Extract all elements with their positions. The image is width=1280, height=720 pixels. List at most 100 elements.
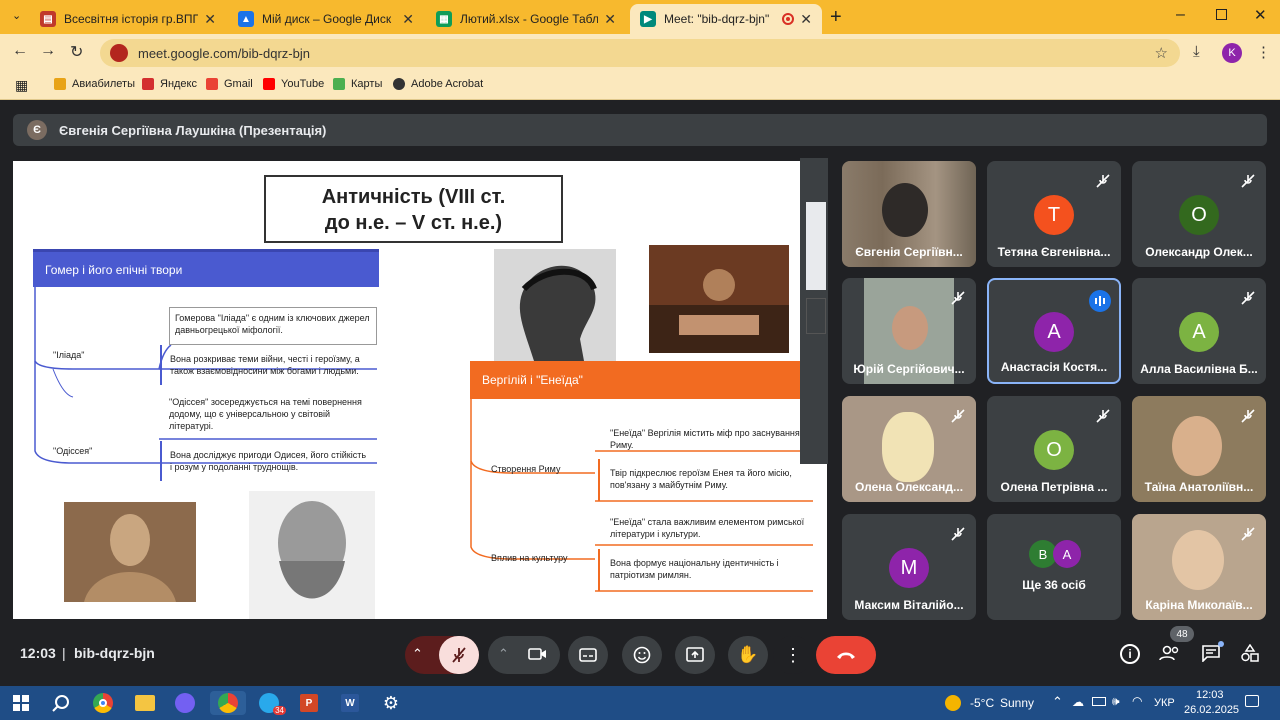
people-icon[interactable]	[1159, 644, 1181, 662]
chrome-profile-icon[interactable]	[210, 691, 246, 715]
homer-bust-image	[64, 502, 196, 602]
participant-tile-speaking[interactable]: А Анастасія Костя...	[987, 278, 1121, 384]
minimize-button[interactable]: –	[1176, 6, 1185, 24]
participant-avatar: О	[1179, 195, 1219, 235]
new-tab-button[interactable]: +	[830, 6, 842, 29]
bookmark-item[interactable]: YouTube	[263, 78, 324, 90]
more-options-button[interactable]: ⋮	[773, 636, 813, 674]
sheets-icon: ▦	[436, 11, 452, 27]
viber-icon[interactable]	[172, 691, 198, 715]
homer-engraving-image	[249, 491, 375, 619]
participant-tile[interactable]: Юрій Сергійович...	[842, 278, 976, 384]
present-button[interactable]	[675, 636, 715, 674]
mic-off-icon	[950, 290, 966, 306]
notifications-icon[interactable]	[1245, 695, 1259, 707]
video-person	[882, 183, 928, 237]
tray-chevron-icon[interactable]: ⌃	[1052, 694, 1063, 710]
network-icon[interactable]: ☁	[1072, 695, 1084, 709]
close-window-button[interactable]: ✕	[1254, 6, 1267, 24]
reload-icon[interactable]: ↻	[70, 42, 83, 62]
volume-icon[interactable]: 🕪	[1112, 694, 1120, 709]
bookmark-star-icon[interactable]: ☆	[1155, 44, 1168, 62]
menu-icon[interactable]: ⋮	[1256, 43, 1271, 61]
clock-date[interactable]: 26.02.2025	[1184, 704, 1239, 716]
participant-tile[interactable]: Євгенія Сергіївн...	[842, 161, 976, 267]
tab-list-icon[interactable]: ⌄	[12, 9, 21, 22]
info-icon[interactable]: i	[1120, 644, 1140, 664]
maps-icon	[333, 78, 345, 90]
participant-tile[interactable]: О Олена Петрівна ...	[987, 396, 1121, 502]
powerpoint-icon[interactable]: P	[296, 691, 322, 715]
mic-toggle-button[interactable]	[439, 636, 479, 674]
bookmark-icon	[54, 78, 66, 90]
apps-icon[interactable]: ▦	[15, 77, 28, 94]
download-icon[interactable]: ⤓	[1193, 43, 1200, 60]
tab-sheets[interactable]: ▦ Лютий.xlsx - Google Таблиці ✕	[426, 4, 626, 34]
input-language[interactable]: УКР	[1154, 697, 1175, 709]
captions-button[interactable]	[568, 636, 608, 674]
back-icon[interactable]: ←	[12, 42, 28, 60]
participant-tile[interactable]: Каріна Миколаїв...	[1132, 514, 1266, 620]
forward-icon[interactable]: →	[40, 42, 56, 60]
participant-avatar: О	[1034, 430, 1074, 470]
bookmark-item[interactable]: Gmail	[206, 78, 253, 90]
search-icon[interactable]	[48, 691, 74, 715]
tab-meet[interactable]: ▶ Meet: "bib-dqrz-bjn" ✕	[630, 4, 822, 34]
close-icon[interactable]: ✕	[402, 11, 414, 28]
mic-off-icon	[1240, 290, 1256, 306]
bookmark-item[interactable]: Карты	[333, 78, 382, 90]
homer-text-box: Вона досліджує пригоди Одисея, його стій…	[160, 441, 377, 481]
weather-temp[interactable]: -5°C	[970, 696, 994, 710]
profile-avatar[interactable]: K	[1222, 43, 1242, 63]
influence-label: Вплив на культуру	[491, 553, 568, 563]
settings-gear-icon[interactable]: ⚙	[378, 691, 404, 715]
activities-icon[interactable]	[1241, 643, 1259, 662]
chat-icon[interactable]	[1201, 641, 1224, 663]
wifi-icon[interactable]: ◠	[1132, 694, 1142, 708]
site-info-icon[interactable]	[110, 44, 128, 62]
telegram-icon[interactable]: 34	[256, 691, 286, 715]
participant-tile[interactable]: Олена Олександ...	[842, 396, 976, 502]
tab-classroom[interactable]: ▤ Всесвітня історія гр.ВПП 23-3 ✕	[30, 4, 226, 34]
bookmark-item[interactable]: Adobe Acrobat	[393, 78, 483, 90]
url-input[interactable]: meet.google.com/bib-dqrz-bjn ☆	[100, 39, 1180, 67]
bookmark-item[interactable]: Авиабилеты	[54, 78, 135, 90]
captions-icon	[579, 648, 597, 662]
file-explorer-icon[interactable]	[132, 691, 158, 715]
clock-time[interactable]: 12:03	[1196, 689, 1224, 701]
participant-tile[interactable]: Таїна Анатоліївн...	[1132, 396, 1266, 502]
homer-text-box: "Одіссея" зосереджується на темі поверне…	[169, 397, 362, 431]
bookmark-item[interactable]: Яндекс	[142, 78, 197, 90]
participant-tile[interactable]: А Алла Василівна Б...	[1132, 278, 1266, 384]
participant-tile[interactable]: Т Тетяна Євгенівна...	[987, 161, 1121, 267]
tab-drive[interactable]: ▲ Мій диск – Google Диск ✕	[228, 4, 424, 34]
more-participants-tile[interactable]: В А Ще 36 осіб	[987, 514, 1121, 620]
mic-options-button[interactable]: ⌃	[412, 646, 423, 662]
close-icon[interactable]: ✕	[800, 11, 812, 28]
leave-call-button[interactable]	[816, 636, 876, 674]
virgil-text-box: "Енеїда" Вергілія містить міф про заснув…	[610, 428, 800, 450]
windows-start-icon[interactable]	[8, 691, 34, 715]
camera-options-button[interactable]: ⌃	[498, 646, 509, 662]
battery-icon[interactable]	[1092, 697, 1106, 706]
close-icon[interactable]: ✕	[604, 11, 616, 28]
self-view-strip	[800, 158, 828, 464]
camera-icon[interactable]	[528, 646, 548, 662]
classroom-icon: ▤	[40, 11, 56, 27]
participant-avatar: А	[1053, 540, 1081, 568]
meet-icon: ▶	[640, 11, 656, 27]
participant-tile[interactable]: О Олександр Олек...	[1132, 161, 1266, 267]
close-icon[interactable]: ✕	[204, 11, 216, 28]
participant-tile[interactable]: М Максим Віталійо...	[842, 514, 976, 620]
presentation-bar: Є Євгенія Сергіївна Лаушкіна (Презентаці…	[13, 114, 1267, 146]
reactions-button[interactable]	[622, 636, 662, 674]
maximize-button[interactable]	[1216, 9, 1227, 20]
chrome-icon[interactable]	[90, 691, 116, 715]
iliad-label: "Іліада"	[53, 350, 85, 360]
weather-condition[interactable]: Sunny	[1000, 696, 1034, 710]
raise-hand-button[interactable]: ✋	[728, 636, 768, 674]
word-icon[interactable]: W	[337, 691, 363, 715]
participant-avatar: М	[889, 548, 929, 588]
mic-off-icon	[1240, 408, 1256, 424]
bookmark-icon	[142, 78, 154, 90]
